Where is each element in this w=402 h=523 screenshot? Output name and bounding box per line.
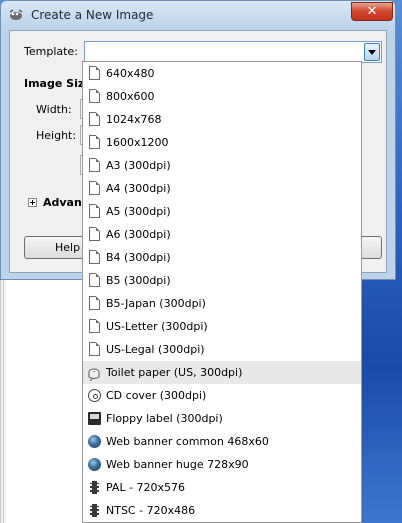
template-option[interactable]: Web banner common 468x60 [83, 430, 361, 453]
globe-icon [87, 434, 102, 450]
floppy-icon [87, 411, 102, 427]
page-icon [87, 319, 102, 335]
ok-button[interactable] [362, 236, 382, 259]
template-option[interactable]: 800x600 [83, 85, 361, 108]
template-dropdown-list[interactable]: 640x480 800x600 1024x768 1600x1200 A3 (300dp… [82, 61, 362, 523]
template-option[interactable]: B5-Japan (300dpi) [83, 292, 361, 315]
template-option-label: 800x600 [106, 90, 155, 103]
page-icon [87, 342, 102, 358]
film-icon [87, 480, 102, 496]
film-icon [87, 503, 102, 519]
window-title: Create a New Image [31, 8, 154, 22]
title-bar[interactable]: Create a New Image ✕ [1, 1, 395, 29]
cd-icon [87, 388, 102, 404]
page-icon [87, 89, 102, 105]
template-option[interactable]: Floppy label (300dpi) [83, 407, 361, 430]
template-option-label: Web banner huge 728x90 [106, 458, 249, 471]
chevron-down-icon[interactable] [364, 43, 380, 61]
page-icon [87, 112, 102, 128]
template-option-label: CD cover (300dpi) [106, 389, 207, 402]
template-combo[interactable] [84, 41, 382, 63]
page-icon [87, 273, 102, 289]
template-label: Template: [24, 45, 78, 58]
page-icon [87, 296, 102, 312]
template-option[interactable]: Web banner huge 728x90 [83, 453, 361, 476]
template-option[interactable]: 640x480 [83, 62, 361, 85]
background-panel [6, 278, 82, 523]
template-option-label: 1024x768 [106, 113, 162, 126]
advanced-options-expander[interactable]: Advanc [28, 196, 88, 209]
template-option-label: A5 (300dpi) [106, 205, 171, 218]
template-option-label: B4 (300dpi) [106, 251, 171, 264]
template-option[interactable]: B4 (300dpi) [83, 246, 361, 269]
template-option-label: A4 (300dpi) [106, 182, 171, 195]
template-option[interactable]: US-Letter (300dpi) [83, 315, 361, 338]
template-option-label: A3 (300dpi) [106, 159, 171, 172]
template-option-label: Floppy label (300dpi) [106, 412, 223, 425]
template-option[interactable]: A4 (300dpi) [83, 177, 361, 200]
toilet-roll-icon [87, 365, 102, 382]
template-option-label: Toilet paper (US, 300dpi) [106, 366, 243, 379]
template-option-label: Web banner common 468x60 [106, 435, 269, 448]
width-label: Width: [36, 103, 72, 116]
template-option[interactable]: US-Legal (300dpi) [83, 338, 361, 361]
template-option-label: NTSC - 720x486 [106, 504, 196, 517]
page-icon [87, 204, 102, 220]
expand-plus-icon [28, 198, 37, 207]
page-icon [87, 66, 102, 82]
template-option[interactable]: Toilet paper (US, 300dpi) [83, 361, 361, 384]
template-option-label: US-Letter (300dpi) [106, 320, 208, 333]
height-label: Height: [36, 129, 77, 142]
template-option-label: US-Legal (300dpi) [106, 343, 205, 356]
template-option[interactable]: PAL - 720x576 [83, 476, 361, 499]
close-button[interactable]: ✕ [351, 2, 393, 21]
page-icon [87, 227, 102, 243]
page-icon [87, 158, 102, 174]
template-option-label: 640x480 [106, 67, 155, 80]
template-option[interactable]: A5 (300dpi) [83, 200, 361, 223]
template-option[interactable]: B5 (300dpi) [83, 269, 361, 292]
template-option[interactable]: A6 (300dpi) [83, 223, 361, 246]
gimp-app-icon [9, 9, 23, 20]
template-option-label: PAL - 720x576 [106, 481, 186, 494]
template-option[interactable]: CD cover (300dpi) [83, 384, 361, 407]
page-icon [87, 181, 102, 197]
template-option-label: B5-Japan (300dpi) [106, 297, 206, 310]
template-option[interactable]: A3 (300dpi) [83, 154, 361, 177]
template-option-label: 1600x1200 [106, 136, 169, 149]
globe-icon [87, 457, 102, 473]
page-icon [87, 135, 102, 151]
template-option-label: A6 (300dpi) [106, 228, 171, 241]
template-option[interactable]: 1024x768 [83, 108, 361, 131]
template-option[interactable]: NTSC - 720x486 [83, 499, 361, 522]
template-option[interactable]: 1600x1200 [83, 131, 361, 154]
template-option-label: B5 (300dpi) [106, 274, 171, 287]
page-icon [87, 250, 102, 266]
